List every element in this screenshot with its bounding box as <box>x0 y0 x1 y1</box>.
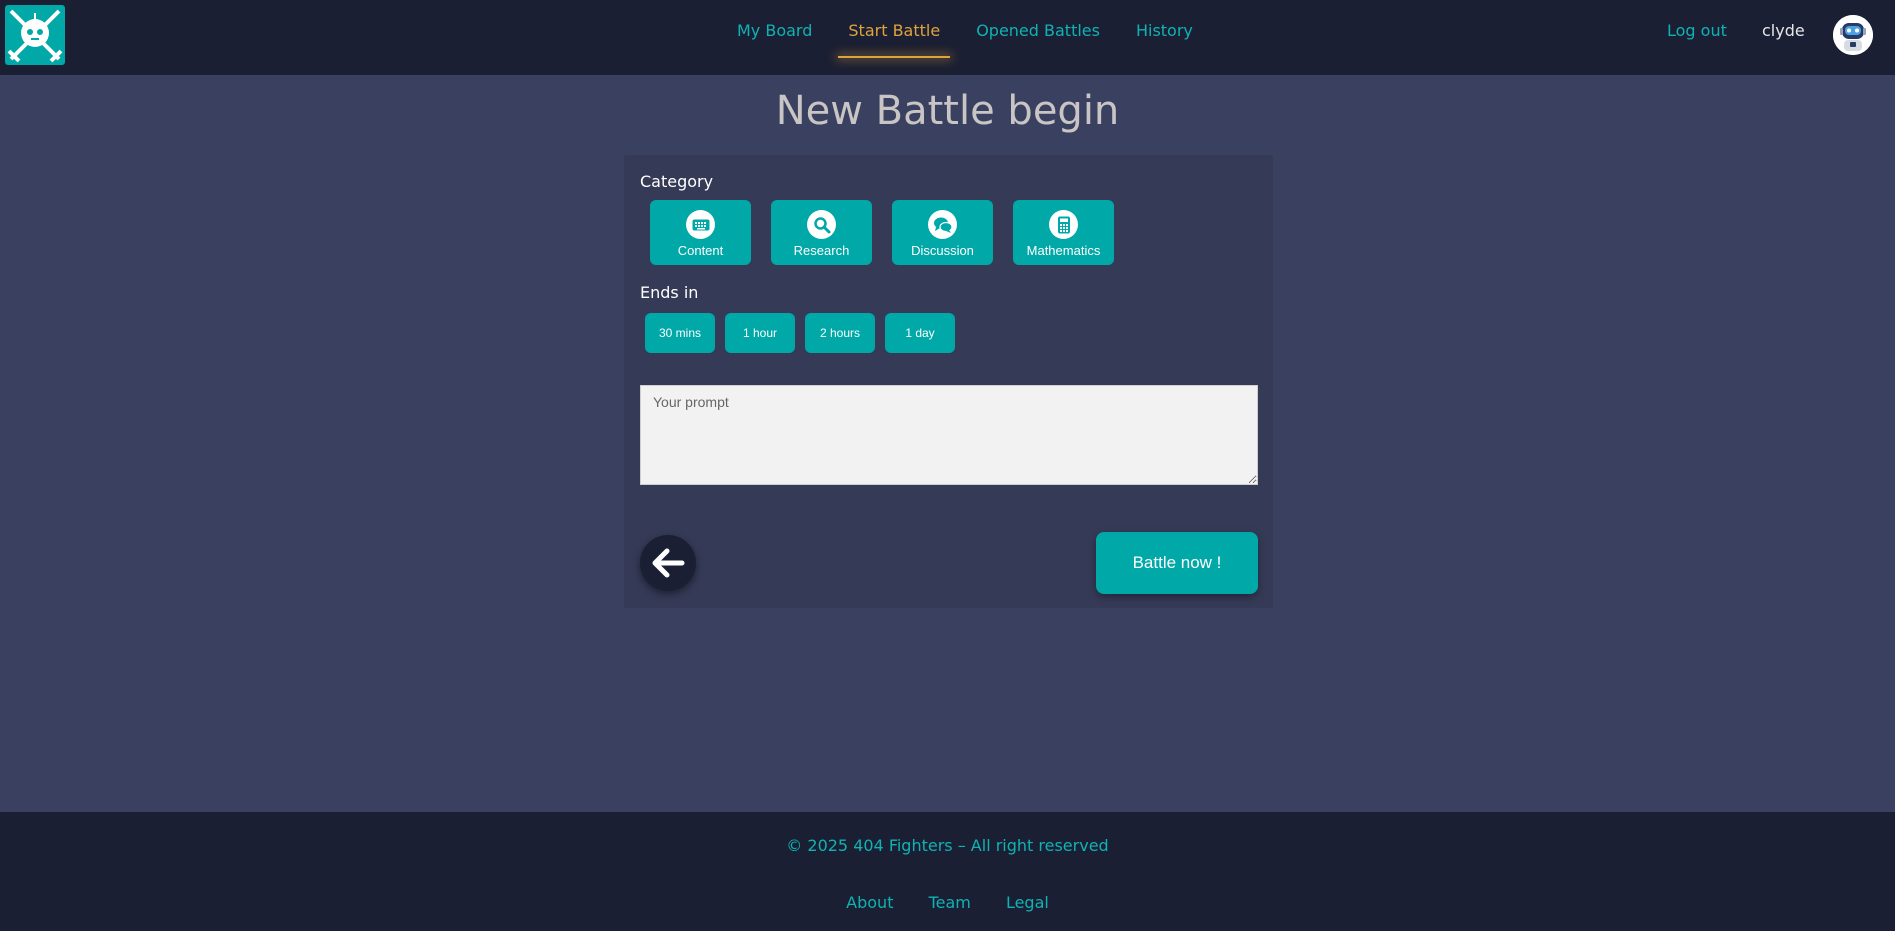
duration-30-mins-button[interactable]: 30 mins <box>645 313 715 353</box>
top-navbar: My Board Start Battle Opened Battles His… <box>0 0 1895 75</box>
back-button[interactable] <box>640 535 696 591</box>
category-discussion-button[interactable]: Discussion <box>892 200 993 265</box>
nav-start-battle[interactable]: Start Battle <box>838 0 950 62</box>
logout-link[interactable]: Log out <box>1667 0 1727 62</box>
footer-legal-link[interactable]: Legal <box>1006 893 1049 912</box>
duration-1-hour-button[interactable]: 1 hour <box>725 313 795 353</box>
nav-my-board[interactable]: My Board <box>727 0 822 62</box>
footer: © 2025 404 Fighters – All right reserved… <box>0 812 1895 931</box>
search-icon <box>807 210 836 239</box>
copyright-text: © 2025 404 Fighters – All right reserved <box>786 836 1109 855</box>
category-label: Category <box>640 172 714 191</box>
category-mathematics-button[interactable]: Mathematics <box>1013 200 1114 265</box>
footer-links: About Team Legal <box>0 893 1895 912</box>
new-battle-form: Category Content Research Discussion Mat… <box>624 155 1273 608</box>
category-content-label: Content <box>677 243 724 258</box>
arrow-left-icon <box>652 548 685 578</box>
keyboard-icon <box>686 210 715 239</box>
main-nav: My Board Start Battle Opened Battles His… <box>727 0 1219 62</box>
ends-in-label: Ends in <box>640 283 699 302</box>
footer-team-link[interactable]: Team <box>929 893 971 912</box>
category-content-button[interactable]: Content <box>650 200 751 265</box>
footer-about-link[interactable]: About <box>846 893 893 912</box>
category-research-label: Research <box>793 243 850 258</box>
robot-avatar-icon <box>1833 15 1873 55</box>
duration-2-hours-button[interactable]: 2 hours <box>805 313 875 353</box>
nav-history[interactable]: History <box>1126 0 1203 62</box>
calculator-icon <box>1049 210 1078 239</box>
category-mathematics-label: Mathematics <box>1026 243 1101 258</box>
avatar[interactable] <box>1833 15 1873 55</box>
chat-icon <box>928 210 957 239</box>
app-logo[interactable] <box>5 5 65 65</box>
battle-now-button[interactable]: Battle now ! <box>1096 532 1258 594</box>
duration-1-day-button[interactable]: 1 day <box>885 313 955 353</box>
page-title: New Battle begin <box>775 88 1120 134</box>
username: clyde <box>1762 21 1805 40</box>
nav-opened-battles[interactable]: Opened Battles <box>966 0 1110 62</box>
category-discussion-label: Discussion <box>911 243 974 258</box>
category-research-button[interactable]: Research <box>771 200 872 265</box>
robot-swords-logo-icon <box>7 9 63 63</box>
prompt-textarea[interactable] <box>640 385 1258 485</box>
